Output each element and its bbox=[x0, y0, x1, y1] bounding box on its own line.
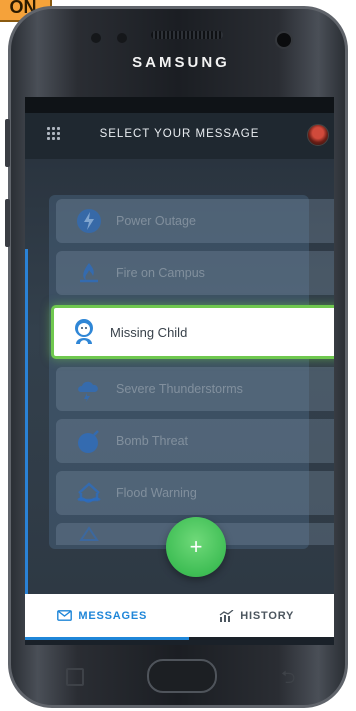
screen: SELECT YOUR MESSAGE Power Outage Fire on… bbox=[25, 97, 334, 645]
storm-cloud-icon bbox=[74, 374, 104, 404]
message-item-bomb-threat[interactable]: Bomb Threat bbox=[56, 419, 334, 463]
message-label: Bomb Threat bbox=[116, 434, 189, 448]
chart-icon bbox=[219, 609, 234, 622]
tab-history[interactable]: HISTORY bbox=[180, 594, 335, 637]
device-brand: SAMSUNG bbox=[132, 54, 230, 71]
message-label: Power Outage bbox=[116, 214, 196, 228]
fire-icon bbox=[74, 258, 104, 288]
flood-house-icon bbox=[74, 478, 104, 508]
tab-history-label: HISTORY bbox=[240, 609, 295, 622]
home-button[interactable] bbox=[147, 659, 217, 693]
message-item-severe-thunderstorms[interactable]: Severe Thunderstorms bbox=[56, 367, 334, 411]
status-bar bbox=[25, 97, 334, 113]
phone-frame: SAMSUNG SELECT YOUR MESSAGE Power Outage bbox=[5, 6, 348, 708]
page-title: SELECT YOUR MESSAGE bbox=[99, 128, 260, 140]
bomb-icon bbox=[74, 426, 104, 456]
message-item-fire-on-campus[interactable]: Fire on Campus bbox=[56, 251, 334, 295]
tab-messages[interactable]: MESSAGES bbox=[25, 594, 180, 637]
app-header: SELECT YOUR MESSAGE bbox=[25, 113, 334, 159]
message-item-flood-warning[interactable]: Flood Warning bbox=[56, 471, 334, 515]
sensor-dot bbox=[91, 33, 101, 43]
user-avatar[interactable] bbox=[307, 124, 329, 146]
add-message-button[interactable]: + bbox=[166, 517, 226, 577]
tab-bar: MESSAGES HISTORY bbox=[25, 594, 334, 637]
front-camera bbox=[275, 31, 293, 49]
message-label: Fire on Campus bbox=[116, 266, 205, 280]
child-icon bbox=[68, 316, 100, 348]
message-label: Severe Thunderstorms bbox=[116, 382, 243, 396]
lightning-icon bbox=[74, 206, 104, 236]
message-item-power-outage[interactable]: Power Outage bbox=[56, 199, 334, 243]
message-label: Flood Warning bbox=[116, 486, 197, 500]
warning-icon bbox=[74, 519, 104, 549]
volume-button-2 bbox=[5, 199, 10, 247]
message-item-missing-child[interactable]: Missing Child bbox=[51, 305, 334, 359]
volume-button bbox=[5, 119, 10, 167]
envelope-icon bbox=[57, 610, 73, 621]
active-tab-indicator bbox=[25, 637, 189, 640]
tab-messages-label: MESSAGES bbox=[78, 609, 148, 622]
message-label: Missing Child bbox=[110, 324, 188, 340]
earpiece-speaker bbox=[151, 31, 223, 39]
sensor-dot-2 bbox=[117, 33, 127, 43]
back-icon[interactable]: ⮌ bbox=[281, 665, 295, 695]
recents-icon[interactable] bbox=[66, 668, 84, 686]
scroll-edge bbox=[25, 249, 28, 629]
